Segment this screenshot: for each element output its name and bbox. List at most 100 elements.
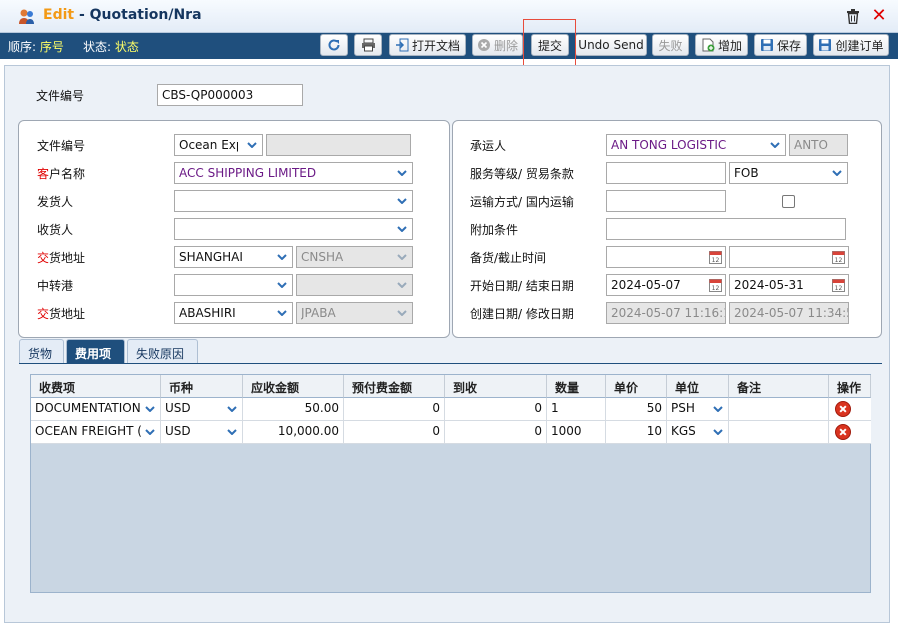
chevron-down-icon bbox=[393, 248, 411, 266]
chevron-down-icon bbox=[273, 248, 291, 266]
column-header[interactable]: 备注 bbox=[729, 375, 829, 398]
save-button[interactable]: 保存 bbox=[754, 34, 807, 56]
remark-cell[interactable] bbox=[729, 421, 829, 444]
print-button[interactable] bbox=[354, 34, 382, 56]
doc-number-field[interactable]: CBS-QP000003 bbox=[157, 84, 303, 106]
created-modified-label: 创建日期/ 修改日期 bbox=[470, 307, 574, 321]
cutoff-time-field[interactable]: 12 bbox=[729, 246, 849, 268]
undo-send-button[interactable]: Undo Send bbox=[575, 34, 647, 56]
shipper-select[interactable] bbox=[174, 190, 413, 212]
collect-cell[interactable]: 0 bbox=[445, 421, 547, 444]
printer-icon bbox=[361, 38, 375, 52]
remark-cell[interactable] bbox=[729, 398, 829, 421]
fail-button[interactable]: 失败 bbox=[652, 34, 689, 56]
charges-grid: 收费项 币种 应收金额 预付费金额 到收 数量 单价 单位 备注 操作 DOCU… bbox=[30, 374, 871, 593]
chevron-down-icon bbox=[393, 192, 411, 210]
charge-item-cell[interactable]: OCEAN FREIGHT ( bbox=[31, 421, 161, 444]
unit-price-cell[interactable]: 10 bbox=[606, 421, 667, 444]
column-header[interactable]: 到收 bbox=[445, 375, 547, 398]
delete-button[interactable]: 删除 bbox=[472, 34, 523, 56]
tab-cargo[interactable]: 货物 bbox=[19, 339, 64, 363]
prepaid-cell[interactable]: 0 bbox=[344, 421, 445, 444]
tab-strip: 货物 费用项 失败原因 bbox=[19, 338, 882, 363]
customer-select[interactable]: ACC SHIPPING LIMITED bbox=[174, 162, 413, 184]
column-header[interactable]: 应收金额 bbox=[243, 375, 344, 398]
add-button[interactable]: 增加 bbox=[695, 34, 748, 56]
calendar-icon[interactable]: 12 bbox=[709, 278, 722, 292]
refresh-button[interactable] bbox=[320, 34, 348, 56]
action-cell bbox=[829, 398, 871, 421]
column-header[interactable]: 单价 bbox=[606, 375, 667, 398]
end-date-field[interactable]: 2024-05-31 12 bbox=[729, 274, 849, 296]
column-header[interactable]: 操作 bbox=[829, 375, 871, 398]
currency-cell[interactable]: USD bbox=[161, 421, 243, 444]
column-header[interactable]: 币种 bbox=[161, 375, 243, 398]
chevron-down-icon bbox=[142, 401, 158, 417]
doc-type-select[interactable]: Ocean Expo bbox=[174, 134, 263, 156]
close-icon[interactable]: ✕ bbox=[871, 7, 887, 25]
tab-failure-reason[interactable]: 失败原因 bbox=[127, 339, 198, 363]
state-status: 状态: 状态 bbox=[83, 40, 139, 54]
calendar-icon[interactable]: 12 bbox=[709, 250, 722, 264]
transit-port-select[interactable] bbox=[174, 274, 293, 296]
transport-mode-field[interactable] bbox=[606, 190, 726, 212]
additional-terms-label: 附加条件 bbox=[470, 223, 519, 237]
calendar-icon[interactable]: 12 bbox=[832, 250, 845, 264]
trash-icon[interactable] bbox=[846, 9, 860, 24]
form-content: 文件编号 CBS-QP000003 文件编号 Ocean Expo 客户名称 A… bbox=[4, 65, 890, 623]
start-date-field[interactable]: 2024-05-07 12 bbox=[606, 274, 726, 296]
column-header[interactable]: 收费项 bbox=[31, 375, 161, 398]
window-title: Edit - Quotation/Nra bbox=[43, 7, 202, 23]
quantity-cell[interactable]: 1000 bbox=[547, 421, 606, 444]
charge-item-cell[interactable]: DOCUMENTATION bbox=[31, 398, 161, 421]
prep-time-field[interactable]: 12 bbox=[606, 246, 726, 268]
receivable-cell[interactable]: 50.00 bbox=[243, 398, 344, 421]
unit-cell[interactable]: PSH bbox=[667, 398, 729, 421]
table-row: DOCUMENTATION USD 50.00 0 0 1 50 PSH bbox=[31, 398, 871, 421]
svg-text:12: 12 bbox=[712, 285, 720, 292]
chevron-down-icon bbox=[710, 401, 726, 417]
loading-port-label: 交货地址 bbox=[37, 251, 86, 265]
collect-cell[interactable]: 0 bbox=[445, 398, 547, 421]
prepaid-cell[interactable]: 0 bbox=[344, 398, 445, 421]
unit-price-cell[interactable]: 50 bbox=[606, 398, 667, 421]
consignee-select[interactable] bbox=[174, 218, 413, 240]
service-level-field[interactable] bbox=[606, 162, 726, 184]
column-header[interactable]: 预付费金额 bbox=[344, 375, 445, 398]
column-header[interactable]: 数量 bbox=[547, 375, 606, 398]
domestic-transport-checkbox[interactable] bbox=[782, 195, 795, 208]
create-order-button[interactable]: 创建订单 bbox=[813, 34, 889, 56]
table-row: OCEAN FREIGHT ( USD 10,000.00 0 0 1000 1… bbox=[31, 421, 871, 444]
action-cell bbox=[829, 421, 871, 444]
tab-divider bbox=[19, 363, 882, 364]
carrier-select[interactable]: AN TONG LOGISTIC bbox=[606, 134, 786, 156]
quantity-cell[interactable]: 1 bbox=[547, 398, 606, 421]
open-document-button[interactable]: 打开文档 bbox=[389, 34, 466, 56]
loading-port-select[interactable]: SHANGHAI bbox=[174, 246, 293, 268]
additional-terms-field[interactable] bbox=[606, 218, 846, 240]
submit-button[interactable]: 提交 bbox=[531, 34, 569, 56]
delivery-port-select[interactable]: ABASHIRI bbox=[174, 302, 293, 324]
delete-row-icon[interactable] bbox=[835, 424, 851, 440]
trade-term-select[interactable]: FOB bbox=[729, 162, 848, 184]
chevron-down-icon bbox=[273, 304, 291, 322]
unit-cell[interactable]: KGS bbox=[667, 421, 729, 444]
date-range-label: 开始日期/ 结束日期 bbox=[470, 279, 574, 293]
carrier-panel: 承运人 AN TONG LOGISTIC ANTO 服务等级/ 贸易条款 FOB… bbox=[452, 120, 882, 338]
shipper-label: 发货人 bbox=[37, 195, 74, 209]
modified-date-field: 2024-05-07 11:34:57 bbox=[729, 302, 849, 324]
toolbar: 顺序: 序号 状态: 状态 打开文档 删除 提交 Undo Send 失败 增加… bbox=[0, 33, 898, 59]
receivable-cell[interactable]: 10,000.00 bbox=[243, 421, 344, 444]
chevron-down-icon bbox=[393, 220, 411, 238]
chevron-down-icon bbox=[828, 164, 846, 182]
chevron-down-icon bbox=[142, 424, 158, 440]
party-panel: 文件编号 Ocean Expo 客户名称 ACC SHIPPING LIMITE… bbox=[18, 120, 450, 338]
column-header[interactable]: 单位 bbox=[667, 375, 729, 398]
chevron-down-icon bbox=[243, 136, 261, 154]
currency-cell[interactable]: USD bbox=[161, 398, 243, 421]
calendar-icon[interactable]: 12 bbox=[832, 278, 845, 292]
delivery-port-code-select: JPABA bbox=[296, 302, 413, 324]
delete-row-icon[interactable] bbox=[835, 401, 851, 417]
chevron-down-icon bbox=[273, 276, 291, 294]
tab-charges[interactable]: 费用项 bbox=[66, 339, 125, 363]
